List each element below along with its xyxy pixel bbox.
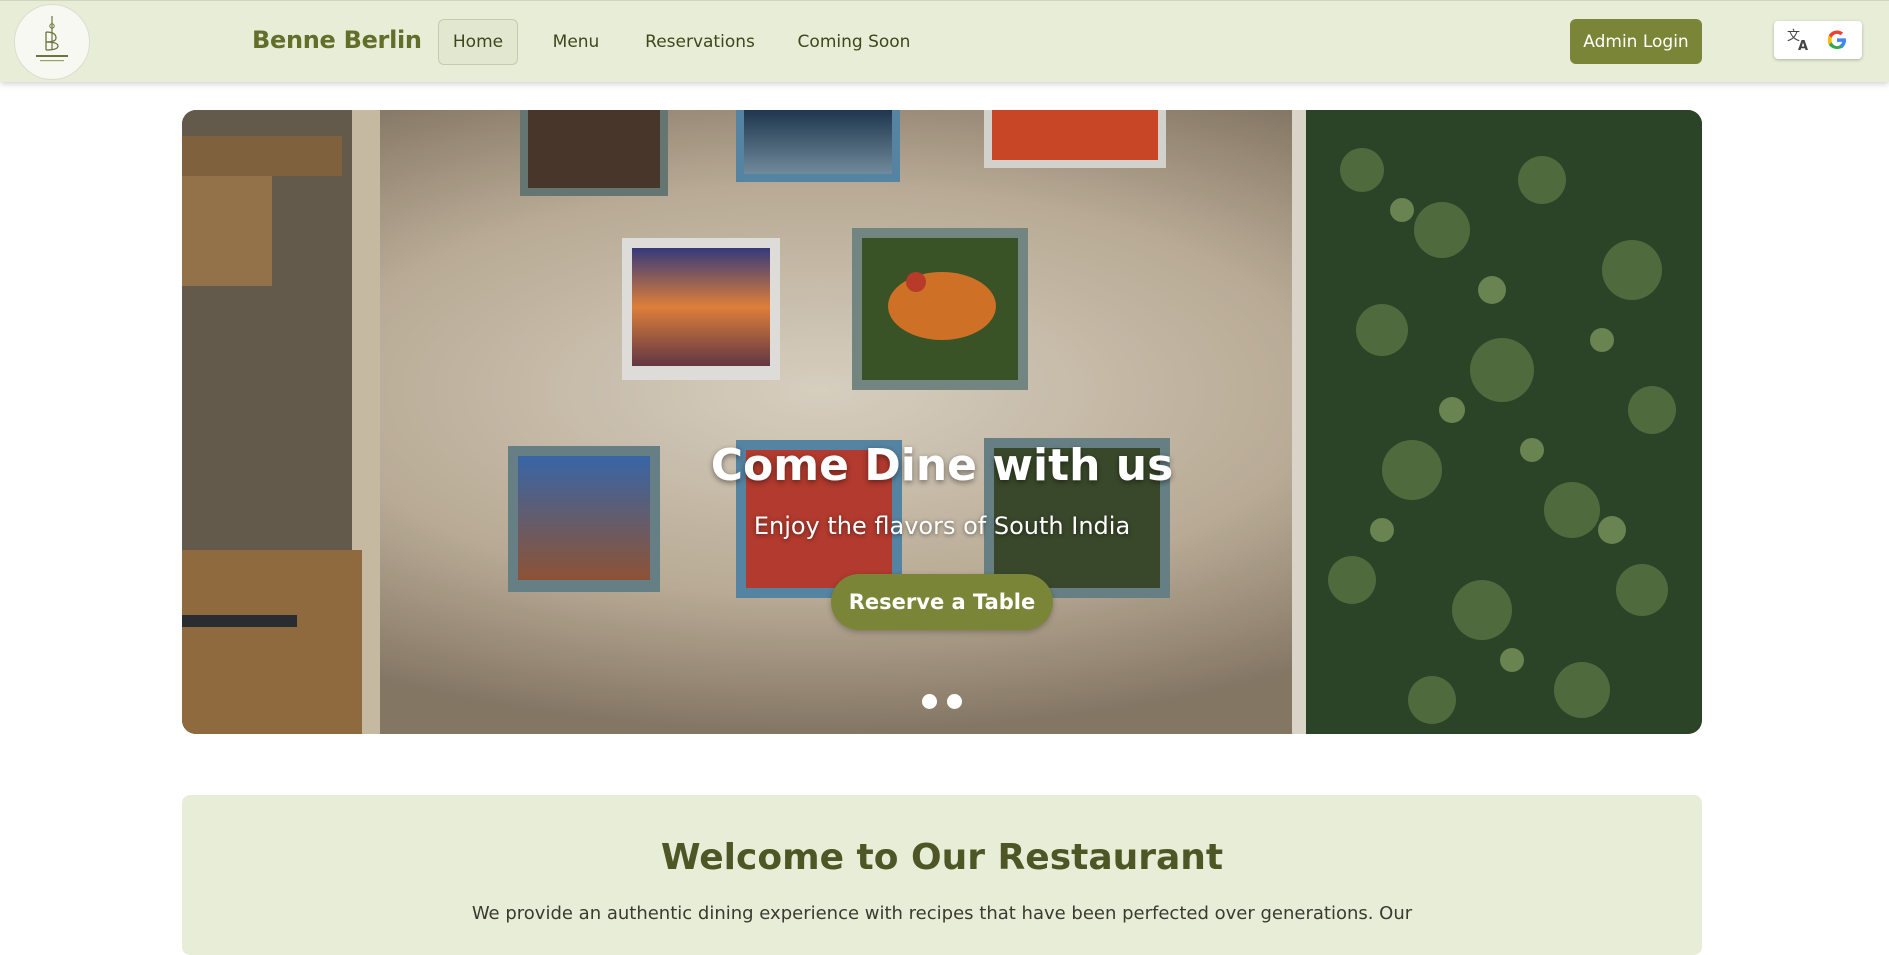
welcome-text: We provide an authentic dining experienc… xyxy=(471,903,1413,924)
svg-text:A: A xyxy=(1798,39,1808,53)
carousel-indicators xyxy=(922,694,962,709)
welcome-title: Welcome to Our Restaurant xyxy=(660,837,1224,878)
nav-home[interactable]: Home xyxy=(438,19,518,65)
logo-emblem-icon xyxy=(36,16,68,62)
google-icon xyxy=(1827,30,1846,49)
top-navbar: Benne Berlin Home Menu Reservations Comi… xyxy=(0,0,1889,82)
brand-name[interactable]: Benne Berlin xyxy=(252,26,422,54)
nav-menu[interactable]: Menu xyxy=(540,19,612,65)
reserve-table-button[interactable]: Reserve a Table xyxy=(831,574,1053,630)
nav-coming-soon[interactable]: Coming Soon xyxy=(790,19,918,65)
google-translate-widget[interactable]: 文 A xyxy=(1774,21,1862,59)
hero-title: Come Dine with us xyxy=(710,440,1174,491)
welcome-section: Welcome to Our Restaurant We provide an … xyxy=(182,795,1702,955)
brand-logo[interactable] xyxy=(14,4,90,80)
hero-subtitle: Enjoy the flavors of South India xyxy=(753,512,1131,540)
admin-login-button[interactable]: Admin Login xyxy=(1570,19,1702,64)
translate-icon: 文 A xyxy=(1787,29,1808,53)
carousel-dot-1[interactable] xyxy=(922,694,937,709)
hero-restaurant-photo xyxy=(182,110,1702,734)
nav-reservations[interactable]: Reservations xyxy=(636,19,764,65)
hero-carousel[interactable]: Come Dine with us Enjoy the flavors of S… xyxy=(182,110,1702,734)
carousel-dot-2[interactable] xyxy=(947,694,962,709)
